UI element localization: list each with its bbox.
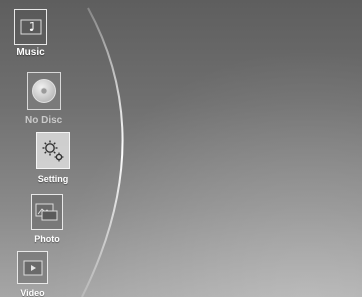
- music-icon-box: [14, 9, 47, 45]
- video-icon: [23, 260, 42, 275]
- music-note-icon: [20, 19, 41, 35]
- menu-item-video[interactable]: Video: [17, 251, 48, 297]
- photo-label: Photo: [34, 234, 60, 244]
- video-label: Video: [20, 288, 45, 297]
- no-disc-label: No Disc: [25, 115, 63, 126]
- gears-icon: [42, 140, 64, 161]
- setting-icon-box: [36, 132, 70, 169]
- menu-item-photo[interactable]: Photo: [31, 194, 63, 245]
- menu-item-music[interactable]: Music: [14, 9, 47, 59]
- setting-label: Setting: [37, 174, 69, 184]
- photo-icon-box: [31, 194, 63, 230]
- menu-item-setting[interactable]: Setting: [36, 132, 70, 185]
- music-label: Music: [16, 47, 45, 58]
- menu-item-no-disc: No Disc: [25, 72, 62, 127]
- video-icon-box: [17, 251, 48, 284]
- disc-icon: [31, 79, 56, 103]
- media-menu-screen: Music No Disc Setting Photo Video: [0, 0, 362, 297]
- no-disc-icon-box: [26, 72, 61, 110]
- photo-icon: [35, 203, 58, 221]
